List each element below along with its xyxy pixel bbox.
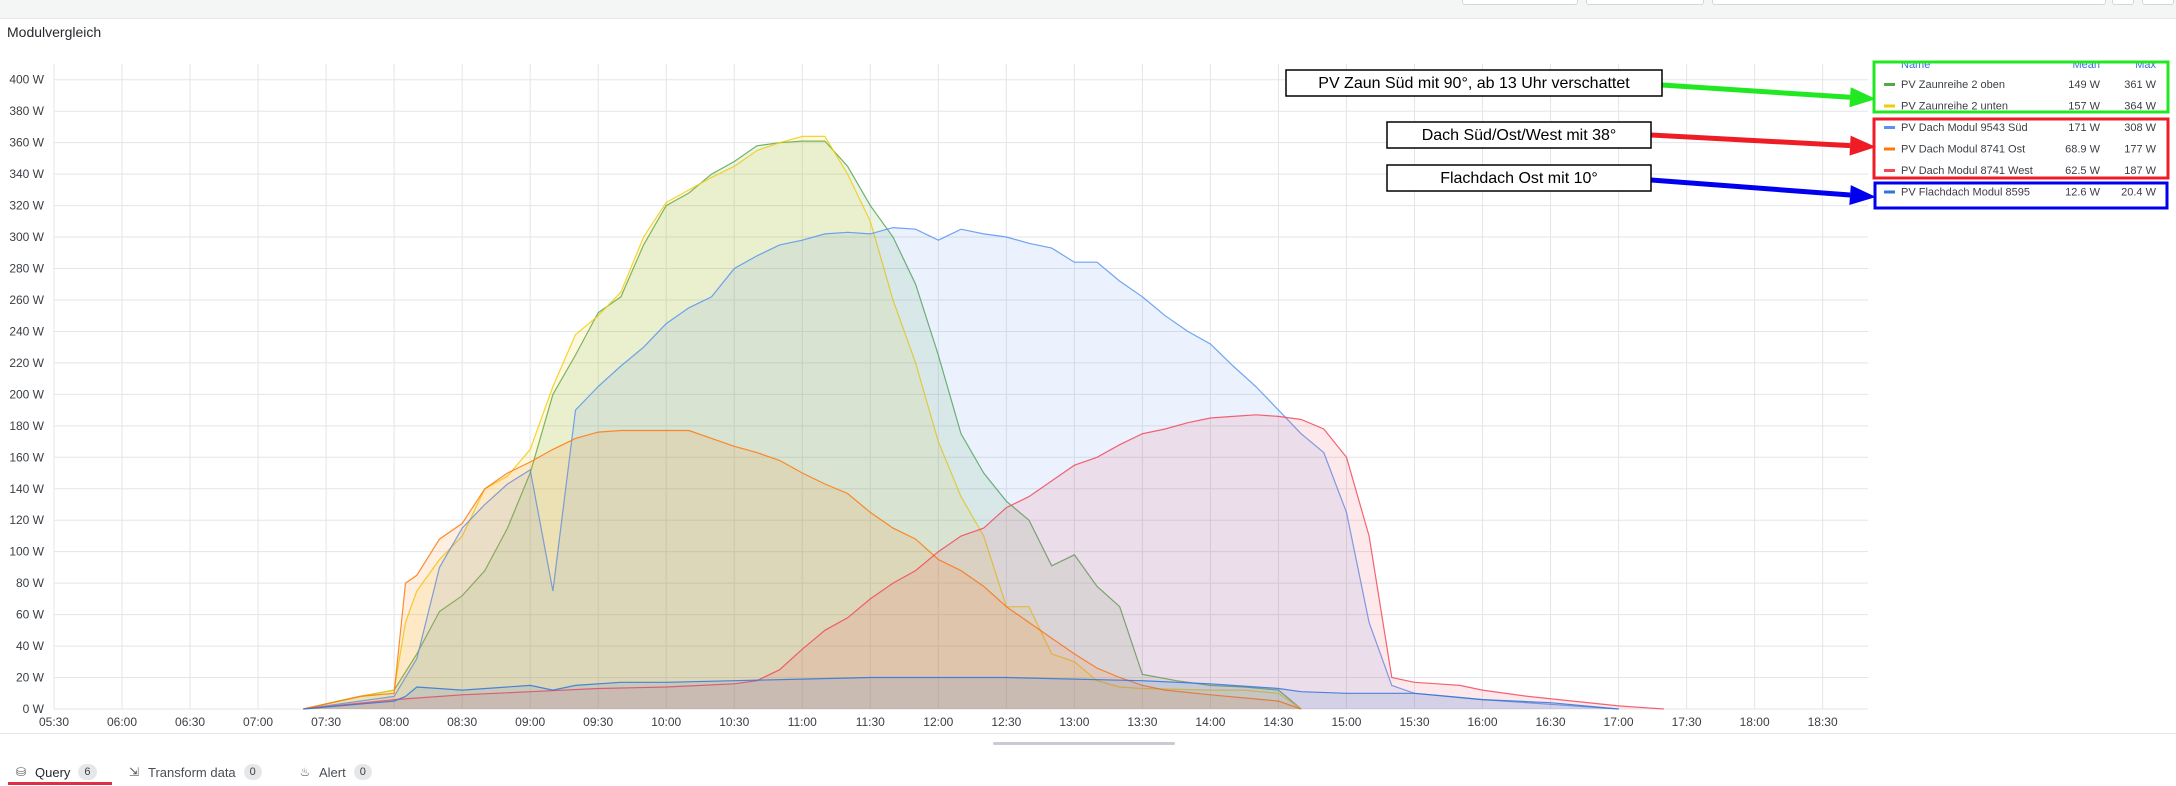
y-tick-label: 200 W: [9, 387, 44, 401]
legend-swatch: [1884, 147, 1895, 151]
x-tick-label: 08:00: [379, 715, 409, 729]
y-tick-label: 20 W: [16, 671, 45, 685]
tab-query-count: 6: [78, 764, 97, 780]
resize-handle[interactable]: [993, 742, 1175, 745]
y-tick-label: 340 W: [9, 167, 44, 181]
legend-row-mean: 12.6 W: [2065, 187, 2100, 199]
y-tick-label: 240 W: [9, 324, 44, 338]
legend-swatch: [1884, 126, 1895, 129]
x-tick-label: 10:00: [651, 715, 681, 729]
legend-swatch: [1884, 190, 1895, 194]
tab-transform-label: Transform data: [148, 764, 236, 780]
legend-row-name: PV Dach Modul 8741 Ost: [1901, 144, 2025, 156]
y-tick-label: 220 W: [9, 356, 44, 370]
annotation-arrow-shaft: [1650, 177, 1851, 198]
legend-row-mean: 171 W: [2068, 122, 2100, 134]
tab-query[interactable]: ⛁ Query 6: [14, 762, 97, 782]
legend-swatch: [1884, 169, 1895, 172]
annotation-arrow-shaft: [1661, 82, 1851, 100]
y-tick-label: 300 W: [9, 230, 44, 244]
x-tick-label: 07:30: [311, 715, 341, 729]
x-tick-label: 18:30: [1808, 715, 1838, 729]
x-tick-label: 05:30: [39, 715, 69, 729]
legend-swatch: [1884, 104, 1895, 108]
legend-row-name: PV Zaunreihe 2 oben: [1901, 79, 2005, 91]
x-tick-label: 09:30: [583, 715, 613, 729]
x-tick-label: 14:00: [1195, 715, 1225, 729]
y-tick-label: 260 W: [9, 293, 44, 307]
x-tick-label: 13:00: [1059, 715, 1089, 729]
y-tick-label: 320 W: [9, 199, 44, 213]
x-tick-label: 17:30: [1672, 715, 1702, 729]
y-tick-label: 380 W: [9, 104, 44, 118]
tab-query-label: Query: [35, 764, 71, 780]
legend-row-mean: 62.5 W: [2065, 165, 2100, 177]
x-tick-label: 12:00: [923, 715, 953, 729]
annotation-text: PV Zaun Süd mit 90°, ab 13 Uhr verschatt…: [1318, 75, 1630, 92]
modulvergleich-chart: 0 W 20 W 40 W 60 W 80 W 100 W 120 W 140 W 160 W 1…: [9, 59, 2170, 729]
legend-row-max: 308 W: [2124, 122, 2156, 134]
tab-alert-count: 0: [353, 764, 372, 780]
legend-row-name: PV Dach Modul 9543 Süd: [1901, 122, 2028, 134]
tab-alert[interactable]: ♨ Alert 0: [298, 762, 372, 782]
tab-alert-label: Alert: [319, 764, 346, 780]
y-tick-label: 160 W: [9, 450, 44, 464]
x-tick-label: 11:00: [788, 715, 817, 729]
legend-row-max: 20.4 W: [2121, 187, 2156, 199]
tab-transform-data[interactable]: ⇲ Transform data 0: [127, 762, 262, 782]
y-tick-label: 80 W: [16, 576, 45, 590]
x-tick-label: 10:30: [719, 715, 749, 729]
annotation-text: Dach Süd/Ost/West mit 38°: [1422, 127, 1617, 144]
tab-transform-count: 0: [243, 764, 262, 780]
x-tick-label: 08:30: [447, 715, 477, 729]
annotation-arrow-head: [1849, 87, 1876, 108]
y-tick-label: 280 W: [9, 262, 44, 276]
legend-swatch: [1884, 83, 1895, 86]
x-tick-label: 09:00: [515, 715, 545, 729]
legend-row-name: PV Dach Modul 8741 West: [1901, 165, 2033, 177]
x-tick-label: 13:30: [1127, 715, 1157, 729]
transform-icon: ⇲: [128, 765, 140, 779]
x-tick-label: 07:00: [243, 715, 273, 729]
x-tick-label: 16:00: [1468, 715, 1498, 729]
legend-row-max: 187 W: [2124, 165, 2156, 177]
y-tick-label: 100 W: [9, 545, 44, 559]
database-icon: ⛁: [15, 765, 27, 779]
x-tick-label: 15:30: [1399, 715, 1429, 729]
x-tick-label: 18:00: [1740, 715, 1770, 729]
x-tick-label: 11:30: [856, 715, 885, 729]
x-tick-label: 15:00: [1331, 715, 1361, 729]
y-tick-label: 360 W: [9, 136, 44, 150]
x-tick-label: 06:00: [107, 715, 137, 729]
annotation-arrow-head: [1849, 135, 1876, 156]
y-tick-label: 0 W: [23, 702, 45, 716]
x-tick-label: 12:30: [991, 715, 1021, 729]
legend-row-max: 177 W: [2124, 144, 2156, 156]
x-tick-label: 06:30: [175, 715, 205, 729]
y-tick-label: 180 W: [9, 419, 44, 433]
x-tick-label: 16:30: [1536, 715, 1566, 729]
legend-row-max: 361 W: [2124, 79, 2156, 91]
x-tick-label: 14:30: [1263, 715, 1293, 729]
y-tick-label: 140 W: [9, 482, 44, 496]
bell-icon: ♨: [299, 765, 311, 779]
legend-row-name: PV Flachdach Modul 8595: [1901, 187, 2030, 199]
legend-row-mean: 149 W: [2068, 79, 2100, 91]
annotation-arrow-shaft: [1650, 132, 1851, 149]
y-tick-label: 60 W: [16, 608, 45, 622]
y-tick-label: 400 W: [9, 73, 44, 87]
y-tick-label: 40 W: [16, 639, 45, 653]
x-tick-label: 17:00: [1604, 715, 1634, 729]
y-tick-label: 120 W: [9, 513, 44, 527]
annotation-text: Flachdach Ost mit 10°: [1440, 170, 1598, 187]
legend-row-mean: 68.9 W: [2065, 144, 2100, 156]
annotation-arrow-head: [1849, 185, 1876, 205]
